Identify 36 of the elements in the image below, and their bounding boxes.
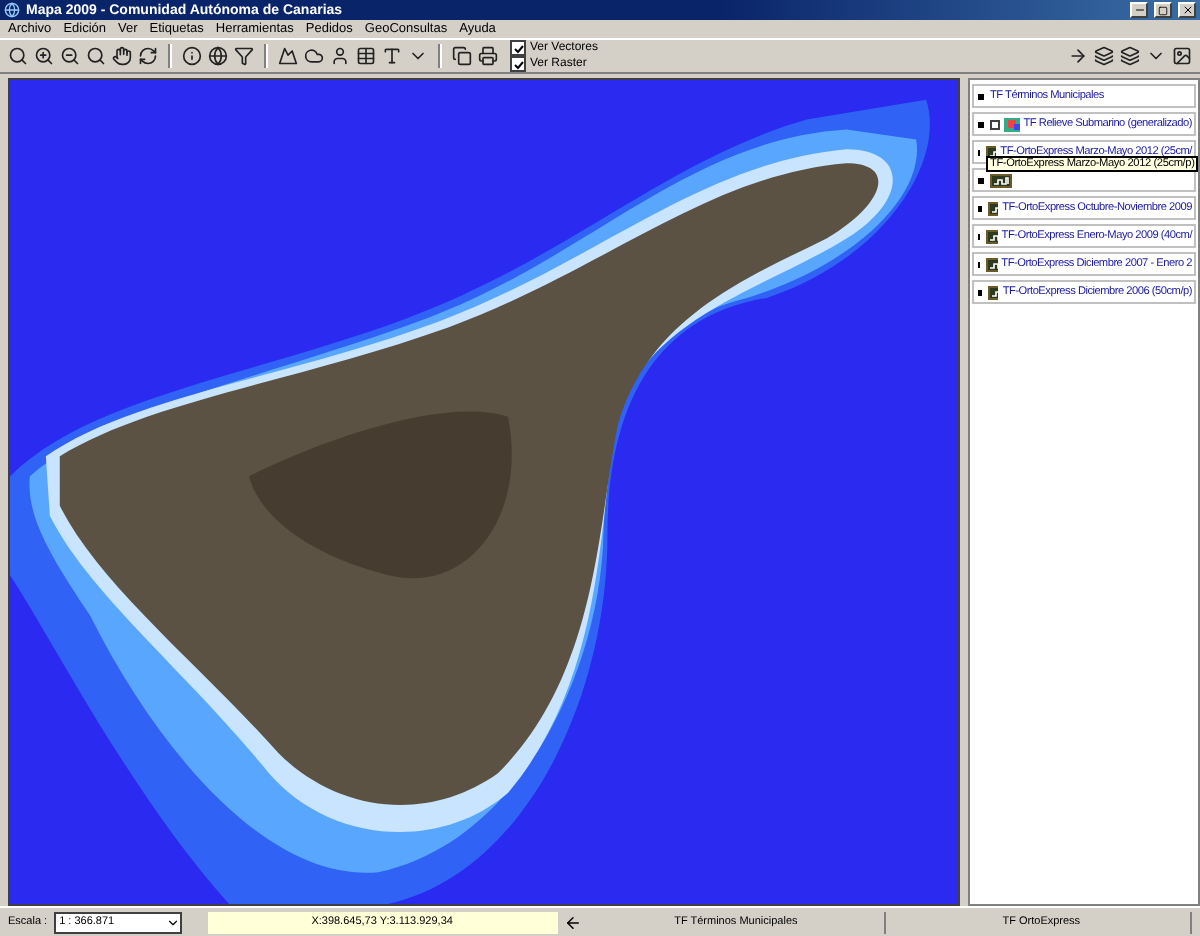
globe-icon[interactable]	[206, 44, 230, 68]
layers-icon[interactable]	[1092, 44, 1116, 68]
relief-map-icon	[1003, 117, 1020, 131]
minimize-icon	[1133, 4, 1145, 16]
bullet-icon	[978, 177, 984, 183]
minimize-button[interactable]	[1130, 2, 1148, 18]
user-icon[interactable]	[328, 44, 352, 68]
arrow-right-icon[interactable]	[1066, 44, 1090, 68]
cloud-icon[interactable]	[302, 44, 326, 68]
layers-icon[interactable]	[1118, 44, 1142, 68]
photo-layer-icon	[986, 257, 998, 271]
search-icon[interactable]	[84, 44, 108, 68]
close-button[interactable]	[1178, 2, 1196, 18]
close-icon	[1181, 4, 1193, 16]
hand-icon[interactable]	[110, 44, 134, 68]
copy-icon[interactable]	[450, 44, 474, 68]
zoom-in-icon[interactable]	[32, 44, 56, 68]
printer-icon[interactable]	[476, 44, 500, 68]
photo-layer-icon	[987, 285, 999, 299]
refresh-icon[interactable]	[136, 44, 160, 68]
photo-layer-icon	[986, 229, 998, 243]
bullet-icon	[978, 121, 984, 127]
photo-layer-icon	[987, 201, 999, 215]
app-icon	[4, 2, 20, 18]
text-icon[interactable]	[380, 44, 404, 68]
photo-layer-icon	[990, 173, 1012, 187]
bullet-icon	[978, 93, 984, 99]
info-icon[interactable]	[180, 44, 204, 68]
profile-icon[interactable]	[276, 44, 300, 68]
zoom-out-icon[interactable]	[58, 44, 82, 68]
restore-icon	[1158, 5, 1168, 15]
table-icon[interactable]	[354, 44, 378, 68]
back-arrow-icon[interactable]	[563, 913, 582, 931]
restore-button[interactable]	[1154, 2, 1172, 18]
search-icon[interactable]	[6, 44, 30, 68]
caret-icon	[165, 915, 180, 929]
